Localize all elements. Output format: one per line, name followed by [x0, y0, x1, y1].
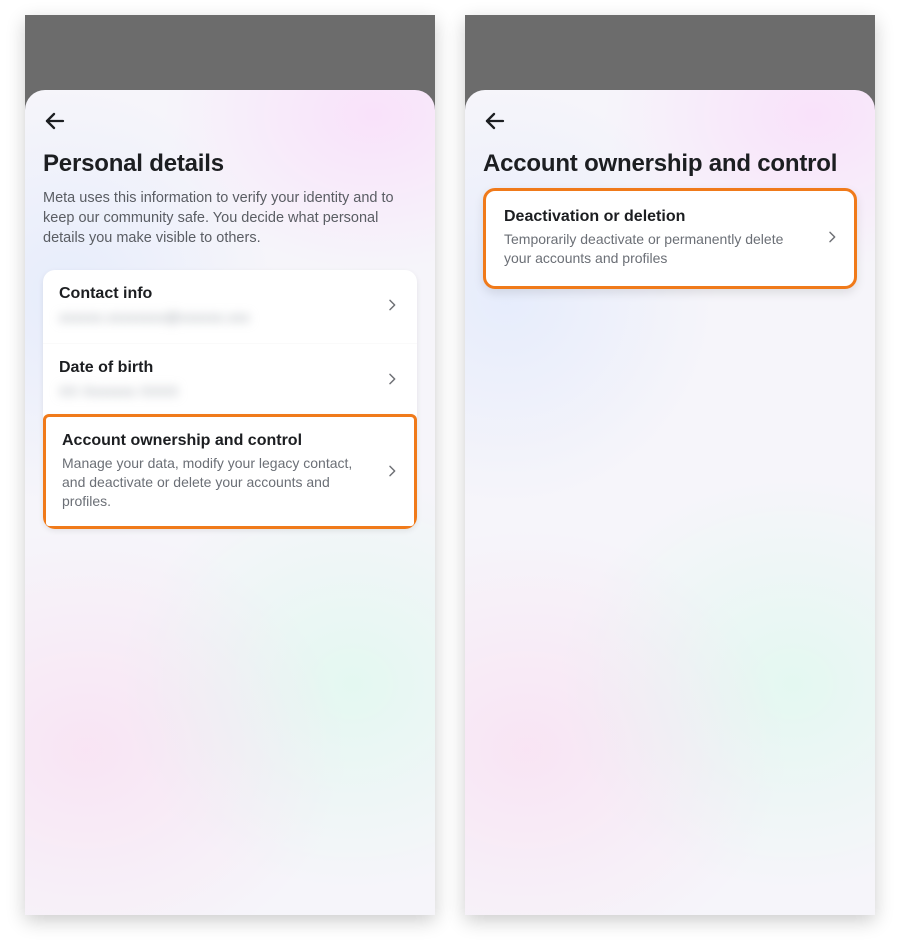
highlight-deactivation: Deactivation or deletion Temporarily dea…	[483, 188, 857, 289]
row-deactivation-or-deletion[interactable]: Deactivation or deletion Temporarily dea…	[486, 191, 854, 286]
back-arrow-icon[interactable]	[483, 108, 509, 134]
page-description: Meta uses this information to verify you…	[43, 188, 417, 248]
phone-right: Account ownership and control Deactivati…	[465, 15, 875, 915]
personal-details-card: Contact info xxxxxx.xxxxxxxx@xxxxxx.xxx …	[43, 270, 417, 529]
row-sub: Temporarily deactivate or permanently de…	[504, 230, 814, 268]
highlight-account-ownership: Account ownership and control Manage you…	[43, 414, 417, 530]
row-title: Date of birth	[59, 358, 371, 378]
chevron-right-icon	[381, 371, 403, 387]
row-sub: Manage your data, modify your legacy con…	[62, 454, 374, 511]
row-title: Contact info	[59, 284, 371, 304]
chevron-right-icon	[381, 297, 403, 313]
page-title: Account ownership and control	[483, 150, 857, 178]
sheet-personal-details: Personal details Meta uses this informat…	[25, 90, 435, 915]
phone-left: Personal details Meta uses this informat…	[25, 15, 435, 915]
row-account-ownership[interactable]: Account ownership and control Manage you…	[46, 417, 414, 527]
back-arrow-icon[interactable]	[43, 108, 69, 134]
chevron-right-icon	[384, 463, 400, 479]
page-title: Personal details	[43, 150, 417, 178]
chevron-right-icon	[824, 229, 840, 245]
row-contact-info[interactable]: Contact info xxxxxx.xxxxxxxx@xxxxxx.xxx	[43, 270, 417, 343]
row-sub-redacted: XX Xxxxxxx XXXX	[59, 382, 371, 401]
sheet-account-ownership: Account ownership and control Deactivati…	[465, 90, 875, 915]
row-sub-redacted: xxxxxx.xxxxxxxx@xxxxxx.xxx	[59, 308, 371, 327]
row-title: Deactivation or deletion	[504, 207, 814, 227]
row-title: Account ownership and control	[62, 431, 374, 451]
row-date-of-birth[interactable]: Date of birth XX Xxxxxxx XXXX	[43, 343, 417, 417]
